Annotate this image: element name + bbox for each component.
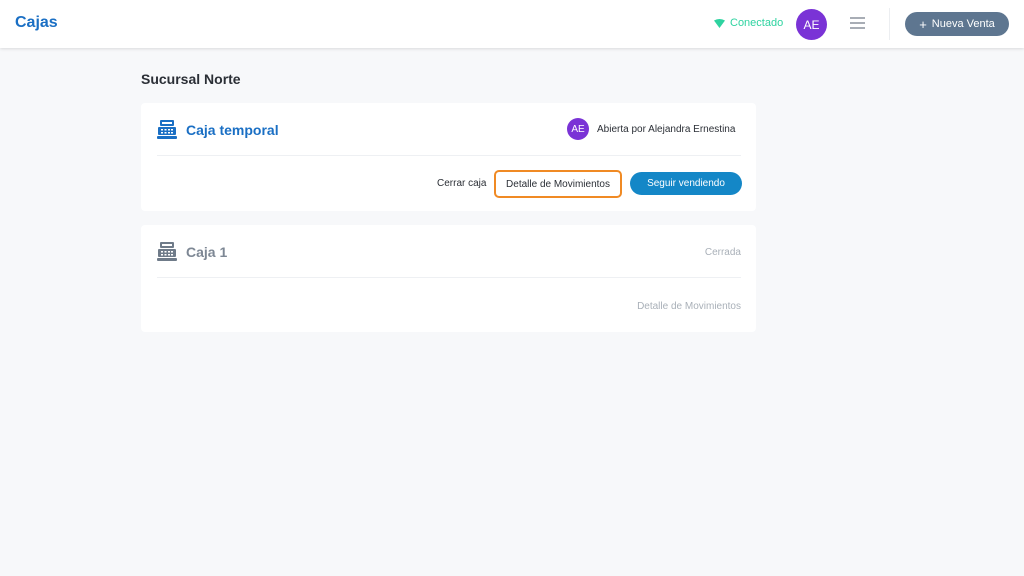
register-name: Caja 1 (186, 244, 228, 260)
wifi-icon (714, 18, 725, 28)
branch-title: Sucursal Norte (141, 71, 241, 87)
cash-register-icon (157, 120, 177, 139)
register-name: Caja temporal (186, 122, 279, 138)
top-bar: Cajas Conectado AE + Nueva Venta (0, 0, 1024, 48)
connection-status-label: Conectado (730, 17, 784, 29)
close-register-button[interactable]: Cerrar caja (437, 178, 486, 189)
movements-detail-link[interactable]: Detalle de Movimientos (637, 301, 741, 312)
owner-avatar: AE (567, 118, 589, 140)
register-card-temporal: Caja temporal AE Abierta por Alejandra E… (141, 103, 756, 211)
user-avatar[interactable]: AE (796, 9, 827, 40)
register-card-caja-1: Caja 1 Cerrada Detalle de Movimientos (141, 225, 756, 332)
card-divider (157, 277, 741, 278)
cash-register-icon (157, 242, 177, 261)
new-sale-button[interactable]: + Nueva Venta (905, 12, 1009, 36)
register-status: Cerrada (704, 247, 741, 258)
card-divider (157, 155, 741, 156)
movements-detail-button[interactable]: Detalle de Movimientos (494, 170, 622, 198)
continue-selling-button[interactable]: Seguir vendiendo (630, 172, 742, 195)
plus-icon: + (919, 16, 927, 32)
register-status: Abierta por Alejandra Ernestina (597, 124, 736, 135)
page-title: Cajas (15, 14, 58, 31)
header-divider (889, 8, 890, 40)
connection-status: Conectado (714, 17, 783, 29)
hamburger-menu-icon[interactable] (850, 17, 865, 29)
new-sale-label: Nueva Venta (931, 18, 995, 30)
